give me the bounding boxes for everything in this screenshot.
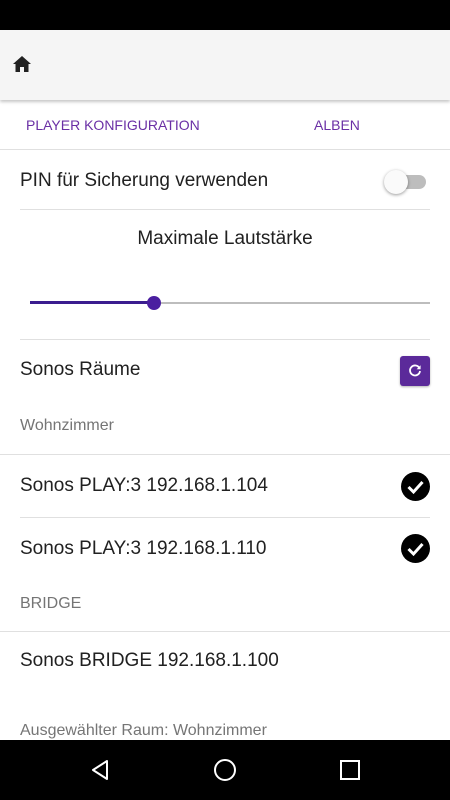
- selected-room-label: Ausgewählter Raum: Wohnzimmer: [20, 722, 267, 739]
- home-nav-button[interactable]: [210, 755, 240, 785]
- device-row[interactable]: Sonos BRIDGE 192.168.1.100: [0, 632, 450, 694]
- home-button[interactable]: [10, 52, 34, 76]
- refresh-button[interactable]: [400, 356, 430, 386]
- home-icon: [13, 56, 31, 72]
- device-label: Sonos BRIDGE 192.168.1.100: [20, 650, 279, 671]
- device-row[interactable]: Sonos PLAY:3 192.168.1.110: [0, 518, 450, 580]
- device-row[interactable]: Sonos PLAY:3 192.168.1.104: [0, 455, 450, 517]
- toggle-thumb: [384, 170, 408, 194]
- room-group-header: Wohnzimmer: [20, 417, 114, 434]
- slider-thumb[interactable]: [147, 296, 161, 310]
- status-bar: [0, 0, 450, 30]
- back-button[interactable]: [85, 755, 115, 785]
- max-volume-slider[interactable]: [30, 291, 430, 315]
- navigation-bar: [0, 740, 450, 800]
- sonos-rooms-title: Sonos Räume: [20, 359, 141, 380]
- divider: [20, 209, 430, 210]
- tab-bar: PLAYER KONFIGURATION ALBEN: [0, 100, 450, 150]
- pin-toggle[interactable]: [384, 170, 430, 194]
- device-label: Sonos PLAY:3 192.168.1.104: [20, 475, 268, 496]
- tab-player-konfiguration[interactable]: PLAYER KONFIGURATION: [26, 100, 200, 150]
- tab-alben[interactable]: ALBEN: [314, 100, 360, 150]
- divider: [20, 339, 430, 340]
- app-bar: [0, 30, 450, 100]
- check-circle-icon[interactable]: [401, 534, 430, 563]
- recents-icon: [340, 760, 360, 780]
- refresh-icon: [409, 364, 421, 377]
- home-circle-icon: [214, 759, 236, 781]
- slider-fill: [30, 301, 154, 304]
- max-volume-title: Maximale Lautstärke: [137, 228, 313, 249]
- check-circle-icon[interactable]: [401, 472, 430, 501]
- device-label: Sonos PLAY:3 192.168.1.110: [20, 538, 267, 559]
- room-group-header: BRIDGE: [20, 595, 82, 612]
- settings-content: PIN für Sicherung verwenden Maximale Lau…: [0, 151, 450, 740]
- recents-button[interactable]: [335, 755, 365, 785]
- pin-label: PIN für Sicherung verwenden: [20, 170, 269, 191]
- back-icon: [92, 760, 108, 780]
